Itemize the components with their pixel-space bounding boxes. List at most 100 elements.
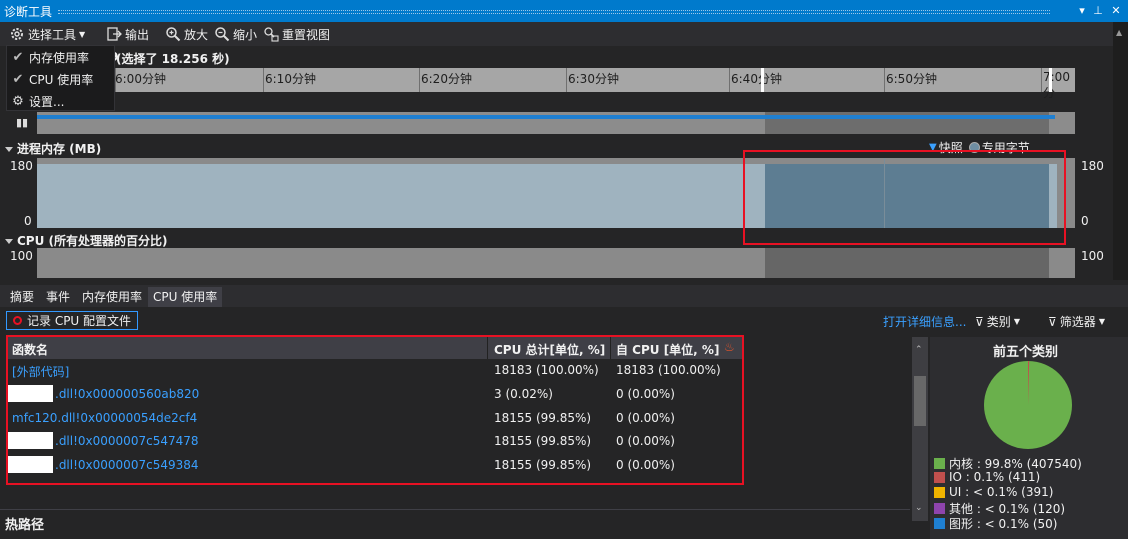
memory-area	[37, 164, 765, 228]
chevron-down-icon: ▼	[1098, 317, 1105, 326]
memory-highlight-box	[743, 150, 1066, 245]
hot-path-title: 热路径	[5, 518, 45, 533]
chevron-down-icon: ▼	[1013, 317, 1020, 326]
ruler-label: 6:40分钟	[731, 72, 782, 86]
select-tools-menu: ✔ 内存使用率 ✔ CPU 使用率 ⚙ 设置...	[6, 45, 115, 111]
gear-icon: ⚙	[12, 93, 24, 109]
zoom-in-label: 放大	[184, 27, 209, 42]
legend-swatch	[934, 471, 945, 483]
output-label: 输出	[125, 27, 150, 42]
check-icon: ✔	[12, 71, 24, 87]
tab-bar: 摘要 事件 内存使用率 CPU 使用率	[0, 285, 1128, 307]
tab-summary[interactable]: 摘要	[5, 287, 39, 307]
window-dropdown-button[interactable]: ▾	[1074, 2, 1090, 19]
record-cpu-profile-button[interactable]: 记录 CPU 配置文件	[6, 311, 138, 330]
ruler-label: 6:00分钟	[115, 72, 166, 86]
events-track[interactable]	[37, 112, 1075, 134]
ruler-tick	[419, 68, 420, 92]
selection-info: (选择了 18.256 秒)	[116, 52, 230, 66]
memory-axis-max-left: 180	[10, 159, 33, 173]
table-scrollbar[interactable]: ⌃ ⌄	[912, 337, 928, 521]
ruler-tick	[884, 68, 885, 92]
ruler-label: 6:50分钟	[886, 72, 937, 86]
table-scroll-thumb[interactable]	[914, 376, 926, 426]
reset-view-icon	[264, 27, 279, 42]
menu-item-label: 内存使用率	[29, 50, 90, 65]
collapse-icon	[5, 147, 13, 152]
cpu-selection	[765, 248, 1049, 278]
events-bar-selected	[765, 115, 1049, 119]
export-icon	[107, 27, 122, 41]
reset-view-button[interactable]: 重置视图	[263, 25, 330, 43]
reset-view-label: 重置视图	[282, 27, 331, 42]
category-pie	[984, 361, 1072, 449]
title-grip	[58, 10, 1050, 14]
chevron-down-icon[interactable]: ⌄	[915, 503, 923, 513]
tab-cpu-usage[interactable]: CPU 使用率	[148, 287, 223, 307]
legend-swatch	[934, 458, 945, 469]
legend-swatch	[934, 503, 945, 514]
filter-label: 筛选器	[1059, 315, 1096, 329]
chevron-up-icon[interactable]: ⌃	[915, 345, 923, 355]
memory-section-header[interactable]: 进程内存 (MB)	[5, 140, 101, 157]
menu-item-cpu-usage[interactable]: ✔ CPU 使用率	[7, 68, 114, 90]
selection-start-handle[interactable]	[761, 68, 764, 92]
select-tools-button[interactable]: 选择工具 ▼	[9, 25, 85, 43]
tab-memory-usage[interactable]: 内存使用率	[77, 287, 147, 307]
table-highlight-box	[6, 335, 744, 485]
memory-axis-max-right: 180	[1081, 159, 1104, 173]
menu-item-label: 设置...	[29, 94, 65, 109]
divider	[0, 509, 910, 510]
funnel-icon: ⊽	[975, 314, 984, 329]
legend-label: 图形 : < 0.1% (50)	[949, 517, 1058, 531]
scroll-up-icon[interactable]: ▲	[1116, 28, 1122, 37]
category-legend-item: 图形 : < 0.1% (50)	[934, 515, 1057, 532]
ruler-label: 6:10分钟	[265, 72, 316, 86]
legend-swatch	[934, 486, 945, 498]
ruler-tick	[566, 68, 567, 92]
record-cpu-profile-label: 记录 CPU 配置文件	[27, 314, 132, 328]
legend-label: IO : 0.1% (411)	[949, 470, 1041, 484]
cpu-section-header[interactable]: CPU (所有处理器的百分比)	[5, 232, 168, 249]
gear-icon	[11, 28, 23, 40]
pause-icon[interactable]: ▮▮	[16, 116, 28, 129]
select-tools-label: 选择工具	[28, 27, 77, 42]
pin-button[interactable]: ⊥	[1090, 2, 1106, 19]
record-icon	[13, 316, 22, 325]
zoom-out-label: 缩小	[233, 27, 258, 42]
cpu-axis-max-left: 100	[10, 249, 33, 263]
top-categories-title: 前五个类别	[993, 345, 1059, 360]
zoom-out-button[interactable]: 缩小	[214, 25, 257, 43]
cpu-axis-max-right: 100	[1081, 249, 1104, 263]
cpu-chart[interactable]	[37, 248, 1075, 278]
chevron-down-icon: ▼	[79, 29, 86, 39]
zoom-in-button[interactable]: 放大	[165, 25, 208, 43]
collapse-icon	[5, 239, 13, 244]
zoom-out-icon	[215, 27, 230, 42]
menu-item-settings[interactable]: ⚙ 设置...	[7, 90, 114, 112]
window-title: 诊断工具	[4, 5, 53, 19]
funnel-icon: ⊽	[1048, 314, 1057, 329]
ruler-label: 6:30分钟	[568, 72, 619, 86]
filter-button[interactable]: ⊽ 筛选器 ▼	[1048, 313, 1105, 330]
memory-axis-min-left: 0	[24, 214, 32, 228]
zoom-in-icon	[166, 27, 181, 42]
tab-events[interactable]: 事件	[41, 287, 75, 307]
memory-section-title: 进程内存 (MB)	[17, 142, 102, 156]
memory-axis-min-right: 0	[1081, 214, 1089, 228]
ruler-label: 7:00分	[1043, 70, 1070, 100]
category-filter-button[interactable]: ⊽ 类别 ▼	[975, 313, 1020, 330]
open-details-link[interactable]: 打开详细信息...	[883, 313, 966, 330]
output-button[interactable]: 输出	[106, 25, 149, 43]
time-ruler[interactable]: 6:00分钟 6:10分钟 6:20分钟 6:30分钟 6:40分钟 6:50分…	[37, 68, 1075, 100]
menu-item-memory-usage[interactable]: ✔ 内存使用率	[7, 46, 114, 68]
category-legend-item: IO : 0.1% (411)	[934, 470, 1040, 484]
ruler-tick	[1041, 68, 1042, 92]
cpu-section-title: CPU (所有处理器的百分比)	[17, 234, 168, 248]
selection-end-handle[interactable]	[1049, 68, 1052, 92]
ruler-label: 6:20分钟	[421, 72, 472, 86]
legend-label: UI : < 0.1% (391)	[949, 485, 1054, 499]
legend-swatch	[934, 518, 945, 529]
timeline-scrollbar[interactable]: ▲	[1113, 22, 1128, 280]
close-button[interactable]: ✕	[1108, 2, 1124, 19]
